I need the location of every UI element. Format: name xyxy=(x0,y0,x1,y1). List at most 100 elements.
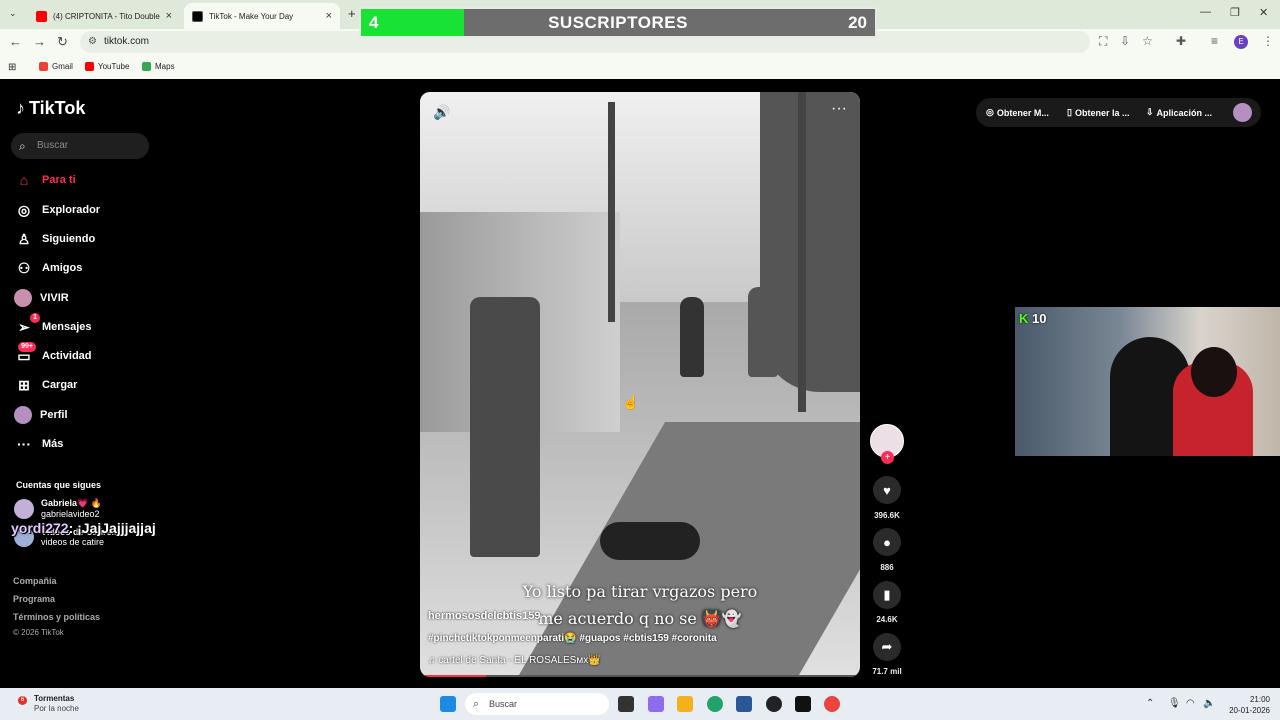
restore-icon[interactable]: ❐ xyxy=(1230,6,1240,19)
goal-target: 20 xyxy=(848,13,867,32)
forward-icon[interactable]: → xyxy=(33,34,46,49)
account-handle: gabrielavideo2 xyxy=(41,509,100,519)
video-progress-fill xyxy=(420,675,486,677)
video-progress[interactable] xyxy=(420,675,860,677)
nav-actividad[interactable]: ▭ 99+ Actividad xyxy=(14,342,92,367)
taskbar-search[interactable]: ⌕ Buscar xyxy=(465,693,609,715)
more-options-icon[interactable]: ··· xyxy=(831,100,847,118)
volume-icon[interactable]: 🔊 xyxy=(433,104,450,121)
goal-label: SUSCRIPTORES xyxy=(548,13,688,32)
bookmark-maps[interactable]: Maps xyxy=(142,62,175,71)
start-icon[interactable] xyxy=(440,696,456,712)
utility-pole xyxy=(608,102,615,322)
minimize-icon[interactable]: — xyxy=(1200,6,1211,18)
tiktok-logo[interactable]: ♪ TikTok xyxy=(16,98,85,119)
search-icon: ⌕ xyxy=(19,139,26,153)
copyright: © 2026 TikTok xyxy=(13,628,64,637)
bookmark-gmail[interactable]: Gmail xyxy=(39,62,73,71)
bookmark-youtube[interactable]: YouTube xyxy=(85,62,129,71)
task-view-icon[interactable] xyxy=(618,696,634,712)
speaker-icon[interactable]: 🔈 xyxy=(1203,698,1215,709)
footer-link[interactable]: Programa xyxy=(13,594,55,604)
bookmarks-bar: ⊞ Gmail YouTube Maps xyxy=(0,55,1280,79)
reading-list-icon[interactable]: ≡ xyxy=(1211,34,1218,48)
activity-icon: ▭ 99+ xyxy=(14,342,36,366)
close-window-icon[interactable]: ✕ xyxy=(1259,6,1268,19)
gmail-icon xyxy=(39,62,48,71)
video-author[interactable]: hermososdelcbtis159 xyxy=(428,610,541,622)
webcam-person-head xyxy=(1191,347,1237,397)
new-tab-button[interactable]: + xyxy=(348,6,356,21)
tab-youtube[interactable]: (4) CRIPTONITA - Tito Double P × xyxy=(28,3,180,29)
follow-plus-icon[interactable]: + xyxy=(881,451,894,464)
get-coins-button[interactable]: ◎ Obtener M... xyxy=(986,107,1049,118)
user-avatar[interactable] xyxy=(1233,103,1252,122)
footer-link[interactable]: Términos y políticas xyxy=(13,612,100,622)
reload-icon[interactable]: ↻ xyxy=(57,34,68,50)
video-player[interactable]: 🔊 ··· Yo listo pa tirar vrgazos pero me … xyxy=(420,92,860,677)
weather-title: Tormentas xyxy=(34,694,75,703)
nav-label: Amigos xyxy=(42,262,83,274)
sound-title: cartel de Santa - EL ROSALESᴍx👑 xyxy=(438,655,601,666)
copilot-icon[interactable] xyxy=(648,696,664,712)
close-tab-icon[interactable]: × xyxy=(326,10,332,22)
phone-icon: ▯ xyxy=(1067,107,1072,117)
nav-perfil[interactable]: Perfil xyxy=(14,404,68,426)
comment-count: 886 xyxy=(880,563,894,572)
nav-mensajes[interactable]: ➢ 1 Mensajes xyxy=(14,313,92,338)
clock[interactable]: 21:00 20-01-2026 xyxy=(1222,694,1270,716)
back-icon[interactable]: ← xyxy=(9,34,22,49)
search-input[interactable]: ⌕ Buscar xyxy=(11,133,149,159)
apps-icon[interactable]: ⊞ xyxy=(8,62,16,73)
translate-icon[interactable]: ⛶ xyxy=(1099,34,1107,49)
video-hashtags[interactable]: #pinchetiktokponmeenparati😭 #guapos #cbt… xyxy=(428,633,717,644)
menu-icon[interactable]: ⋮ xyxy=(1262,34,1274,48)
logo-text: TikTok xyxy=(29,98,86,118)
file-explorer-icon[interactable] xyxy=(677,696,693,712)
like-icon[interactable]: ♥ xyxy=(873,476,901,504)
compass-icon: ◎ xyxy=(17,201,31,218)
close-tab-icon[interactable]: × xyxy=(166,10,172,22)
obs-icon[interactable] xyxy=(766,696,782,712)
top-action-label: Aplicación ... xyxy=(1156,107,1213,118)
wifi-icon[interactable]: ◠ xyxy=(1186,698,1195,709)
taskbar-search-placeholder: Buscar xyxy=(489,699,518,709)
bookmark-icon[interactable]: ▮ xyxy=(873,581,901,609)
more-icon: ··· xyxy=(17,436,31,452)
maps-icon xyxy=(142,62,151,71)
music-note-icon: ♫ xyxy=(428,655,439,666)
tray-overflow-icon[interactable]: ⌃ xyxy=(1146,698,1154,709)
microphone-icon[interactable]: 🎙 xyxy=(1168,698,1181,709)
video-sound[interactable]: ♫ cartel de Santa - EL ROSALESᴍx👑 xyxy=(428,655,601,666)
get-app-button[interactable]: ▯ Obtener la ... xyxy=(1067,107,1129,118)
person-far xyxy=(748,287,778,377)
following-title: Cuentas que sigues xyxy=(16,480,102,490)
install-icon[interactable]: ⇩ xyxy=(1120,34,1130,48)
share-icon[interactable]: ➦ xyxy=(873,633,901,661)
tab-tiktok[interactable]: TikTok - Make Your Day × xyxy=(184,3,340,29)
edge-icon[interactable] xyxy=(707,696,723,712)
chrome-icon[interactable] xyxy=(824,696,840,712)
weather-widget[interactable]: 6 Tormentas Por la noche xyxy=(18,694,79,714)
nav-mas[interactable]: ··· Más xyxy=(14,433,63,455)
footer-link[interactable]: Compañía xyxy=(13,576,57,586)
desktop-app-button[interactable]: ⇩ Aplicación ... xyxy=(1146,107,1212,118)
tiktok-app-icon[interactable] xyxy=(795,696,811,712)
following-account[interactable]: Gabriela💗 🔥 gabrielavideo2 xyxy=(14,498,102,519)
store-icon[interactable] xyxy=(736,696,752,712)
comment-icon[interactable]: ● xyxy=(873,528,901,556)
bookmark-star-icon[interactable]: ☆ xyxy=(1142,34,1153,48)
nav-explorador[interactable]: ◎ Explorador xyxy=(14,199,100,221)
extensions-icon[interactable]: ✚ xyxy=(1176,34,1186,48)
clock-time: 21:00 xyxy=(1249,695,1270,704)
nav-cargar[interactable]: ⊞ Cargar xyxy=(14,374,77,396)
youtube-icon xyxy=(85,62,94,71)
nav-siguiendo[interactable]: ♙ Siguiendo xyxy=(14,228,95,250)
nav-amigos[interactable]: ⚇ Amigos xyxy=(14,257,83,279)
profile-avatar[interactable]: E xyxy=(1234,35,1248,49)
tab-search-icon[interactable]: ⌄ xyxy=(9,8,17,19)
nav-vivir[interactable]: VIVIR xyxy=(14,287,69,309)
friends-icon: ⚇ xyxy=(17,259,31,276)
site-info-icon[interactable]: ⚙ xyxy=(88,31,97,53)
nav-para-ti[interactable]: ⌂ Para ti xyxy=(14,169,76,191)
